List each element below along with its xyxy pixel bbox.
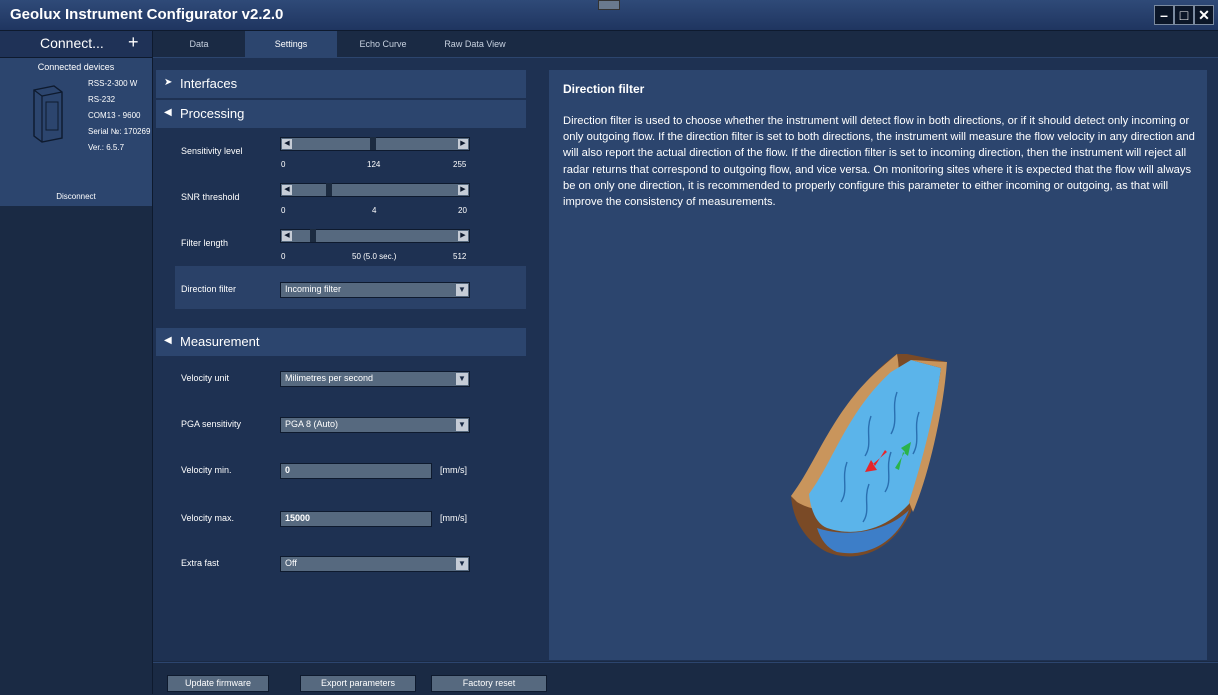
direction-filter-label: Direction filter bbox=[181, 284, 237, 294]
direction-filter-select[interactable]: Incoming filter ▼ bbox=[280, 282, 470, 298]
direction-filter-value: Incoming filter bbox=[285, 284, 342, 294]
device-serial: Serial №: 170269 bbox=[88, 127, 151, 136]
slider-left-arrow-icon[interactable]: ◀ bbox=[282, 139, 292, 149]
disconnect-button[interactable]: Disconnect bbox=[0, 192, 152, 201]
tab-data[interactable]: Data bbox=[153, 31, 245, 57]
pga-select[interactable]: PGA 8 (Auto) ▼ bbox=[280, 417, 470, 433]
chevron-down-icon[interactable]: ▼ bbox=[456, 284, 468, 296]
sensitivity-label: Sensitivity level bbox=[181, 146, 243, 156]
snr-value: 4 bbox=[372, 206, 377, 215]
sensitivity-min: 0 bbox=[281, 160, 286, 169]
device-card[interactable]: Connected devices RSS-2-300 W RS-232 COM… bbox=[0, 58, 152, 206]
snr-min: 0 bbox=[281, 206, 286, 215]
velocity-unit-select[interactable]: Milimetres per second ▼ bbox=[280, 371, 470, 387]
maximize-button[interactable]: □ bbox=[1174, 5, 1194, 25]
extra-fast-value: Off bbox=[285, 558, 297, 568]
device-port: COM13 - 9600 bbox=[88, 111, 141, 120]
sensitivity-slider[interactable]: ◀ ▶ bbox=[280, 137, 470, 151]
sidebar: Connect... + Connected devices RSS-2-300… bbox=[0, 31, 153, 694]
connect-label: Connect... bbox=[40, 35, 104, 51]
snr-slider[interactable]: ◀ ▶ bbox=[280, 183, 470, 197]
velocity-unit-value: Milimetres per second bbox=[285, 373, 374, 383]
filter-length-min: 0 bbox=[281, 252, 286, 261]
sensitivity-value: 124 bbox=[367, 160, 381, 169]
river-flow-illustration bbox=[791, 354, 947, 557]
tab-raw-data-view[interactable]: Raw Data View bbox=[429, 31, 521, 57]
section-processing[interactable]: ◀ Processing bbox=[156, 100, 526, 128]
extra-fast-select[interactable]: Off ▼ bbox=[280, 556, 470, 572]
slider-right-arrow-icon[interactable]: ▶ bbox=[458, 185, 468, 195]
extra-fast-label: Extra fast bbox=[181, 558, 220, 568]
drag-handle[interactable] bbox=[598, 0, 620, 10]
chevron-down-icon[interactable]: ▼ bbox=[456, 419, 468, 431]
velocity-max-label: Velocity max. bbox=[181, 513, 235, 523]
device-interface: RS-232 bbox=[88, 95, 116, 104]
close-button[interactable]: ✕ bbox=[1194, 5, 1214, 25]
velocity-min-input[interactable]: 0 bbox=[280, 463, 432, 479]
settings-panel: ➤ Interfaces ◀ Processing Sensitivity le… bbox=[153, 58, 1218, 661]
section-measurement-title: Measurement bbox=[180, 334, 260, 349]
chevron-down-icon[interactable]: ▼ bbox=[456, 558, 468, 570]
sensitivity-max: 255 bbox=[453, 160, 467, 169]
velocity-max-value: 15000 bbox=[285, 513, 311, 523]
section-interfaces-title: Interfaces bbox=[180, 76, 238, 91]
slider-thumb[interactable] bbox=[369, 137, 376, 150]
tab-echo-curve[interactable]: Echo Curve bbox=[337, 31, 429, 57]
filter-length-value: 50 (5.0 sec.) bbox=[352, 252, 397, 261]
help-text: Direction filter is used to choose wheth… bbox=[563, 115, 1195, 209]
slider-thumb[interactable] bbox=[310, 229, 317, 242]
snr-label: SNR threshold bbox=[181, 192, 240, 202]
velocity-max-unit: [mm/s] bbox=[440, 513, 467, 523]
device-version: Ver.: 6.5.7 bbox=[88, 143, 125, 152]
bottom-toolbar: Update firmware Export parameters Factor… bbox=[153, 662, 1218, 695]
velocity-min-value: 0 bbox=[285, 465, 291, 475]
update-firmware-button[interactable]: Update firmware bbox=[167, 675, 269, 692]
section-interfaces[interactable]: ➤ Interfaces bbox=[156, 70, 526, 98]
minimize-button[interactable]: – bbox=[1154, 5, 1174, 25]
slider-right-arrow-icon[interactable]: ▶ bbox=[458, 231, 468, 241]
title-bar: Geolux Instrument Configurator v2.2.0 – … bbox=[0, 0, 1218, 31]
connect-button[interactable]: Connect... + bbox=[0, 31, 152, 58]
connected-devices-label: Connected devices bbox=[37, 62, 115, 72]
slider-left-arrow-icon[interactable]: ◀ bbox=[282, 185, 292, 195]
app-title: Geolux Instrument Configurator v2.2.0 bbox=[10, 6, 284, 23]
tab-bar: Data Settings Echo Curve Raw Data View bbox=[153, 31, 1218, 58]
section-measurement[interactable]: ◀ Measurement bbox=[156, 328, 526, 356]
pga-value: PGA 8 (Auto) bbox=[285, 419, 339, 429]
velocity-unit-label: Velocity unit bbox=[181, 373, 230, 383]
slider-left-arrow-icon[interactable]: ◀ bbox=[282, 231, 292, 241]
plus-icon[interactable]: + bbox=[128, 32, 139, 53]
slider-right-arrow-icon[interactable]: ▶ bbox=[458, 139, 468, 149]
chevron-down-icon: ◀ bbox=[164, 335, 172, 346]
chevron-right-icon: ➤ bbox=[164, 77, 173, 88]
velocity-min-unit: [mm/s] bbox=[440, 465, 467, 475]
pga-label: PGA sensitivity bbox=[181, 419, 242, 429]
help-title: Direction filter bbox=[563, 82, 645, 96]
radar-device-icon bbox=[33, 85, 63, 143]
velocity-min-label: Velocity min. bbox=[181, 465, 232, 475]
filter-length-label: Filter length bbox=[181, 238, 229, 248]
slider-thumb[interactable] bbox=[325, 183, 332, 196]
help-panel: Direction filter Direction filter is use… bbox=[549, 70, 1207, 660]
filter-length-max: 512 bbox=[453, 252, 467, 261]
tab-settings[interactable]: Settings bbox=[245, 31, 337, 57]
snr-max: 20 bbox=[458, 206, 467, 215]
section-processing-title: Processing bbox=[180, 106, 245, 121]
chevron-down-icon[interactable]: ▼ bbox=[456, 373, 468, 385]
factory-reset-button[interactable]: Factory reset bbox=[431, 675, 547, 692]
device-model: RSS-2-300 W bbox=[88, 79, 138, 88]
chevron-down-icon: ◀ bbox=[164, 107, 172, 118]
export-parameters-button[interactable]: Export parameters bbox=[300, 675, 416, 692]
filter-length-slider[interactable]: ◀ ▶ bbox=[280, 229, 470, 243]
velocity-max-input[interactable]: 15000 bbox=[280, 511, 432, 527]
